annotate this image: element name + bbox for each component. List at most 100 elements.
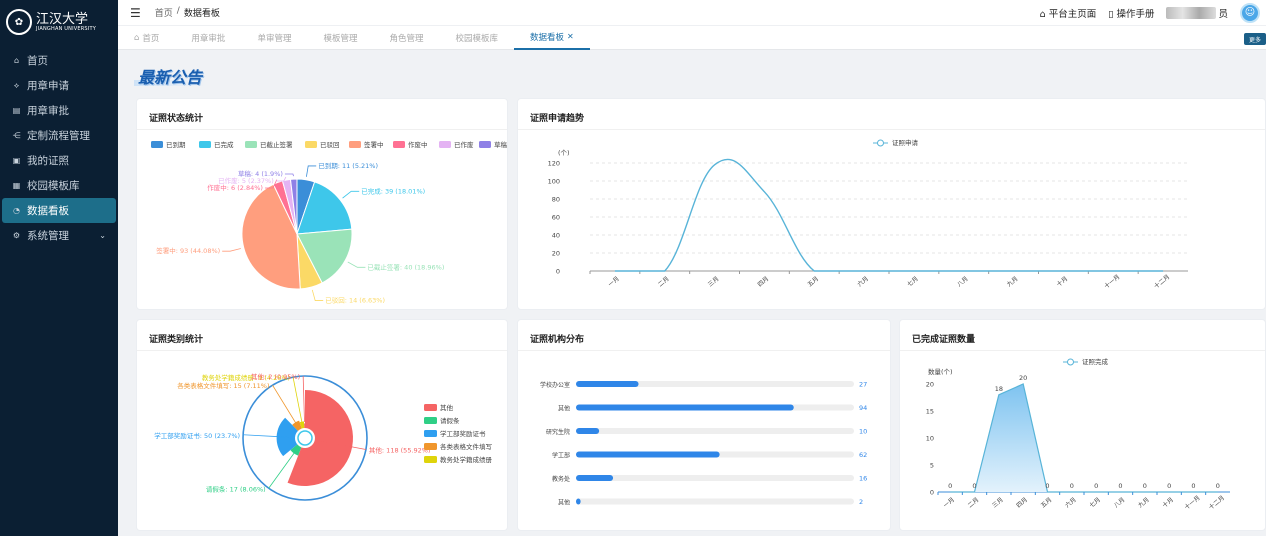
y-tick-label: 0 bbox=[930, 489, 934, 497]
series-line bbox=[614, 158, 1164, 272]
org-bar-chart: 学校办公室 27 其他 94 研究生院 10 学工部 62 教务处 16 其他 2 bbox=[540, 381, 867, 507]
tab-single-review[interactable]: 单审管理 bbox=[241, 26, 307, 50]
point-value-label: 0 bbox=[972, 482, 976, 490]
legend-swatch bbox=[199, 141, 211, 148]
flow-icon: ⋲ bbox=[12, 131, 21, 140]
x-tick-label: 四月 bbox=[1015, 496, 1029, 509]
tab-label: 首页 bbox=[142, 33, 160, 44]
close-icon[interactable]: ✕ bbox=[567, 32, 574, 41]
point-value-label: 0 bbox=[1216, 482, 1220, 490]
menu-toggle-icon[interactable]: ☰ bbox=[130, 6, 141, 20]
sidebar-menu: ⌂ 首页 ⟡ 用章申请 ▤ 用章审批 ⋲ 定制流程管理 ▣ 我的证照 ▦ 校园模板库 ◔ 数据… bbox=[0, 48, 118, 248]
x-tick-label: 三月 bbox=[991, 496, 1005, 509]
sidebar-item-label: 我的证照 bbox=[27, 155, 69, 167]
sidebar-item-stamp-approve[interactable]: ▤ 用章审批 bbox=[2, 98, 116, 123]
legend-marker bbox=[1067, 358, 1074, 366]
sidebar-item-label: 系统管理 bbox=[27, 230, 69, 242]
university-logo[interactable]: ✿ 江汉大学 JIANGHAN UNIVERSITY bbox=[0, 0, 118, 44]
x-tick-label: 二月 bbox=[967, 496, 981, 509]
tab-label: 用章审批 bbox=[191, 33, 226, 44]
sidebar-item-label: 数据看板 bbox=[27, 205, 69, 217]
legend-label: 已到期 bbox=[166, 141, 186, 149]
series-area bbox=[950, 384, 1218, 492]
chevron-down-icon: ⌄ bbox=[99, 231, 106, 240]
y-tick-label: 60 bbox=[552, 214, 560, 222]
sidebar-item-templates[interactable]: ▦ 校园模板库 bbox=[2, 173, 116, 198]
legend-label: 草稿 bbox=[494, 140, 508, 149]
legend-swatch bbox=[393, 141, 405, 148]
gear-icon: ⚙ bbox=[12, 231, 21, 240]
x-tick-label: 九月 bbox=[1005, 275, 1019, 289]
manual-label: 操作手册 bbox=[1116, 8, 1155, 20]
breadcrumb-separator: / bbox=[176, 6, 180, 16]
pie-data-label: 已驳回: 14 (6.63%) bbox=[325, 297, 385, 305]
done-area-chart: 证照完成数量(个) 0 5 10 15 20 0 一月 0 二月 18 三月 20 四月 0 五月 0 六月 0 七月… bbox=[926, 357, 1230, 511]
manual-link[interactable]: ▯ 操作手册 bbox=[1108, 6, 1154, 20]
tab-dashboard[interactable]: 数据看板 ✕ bbox=[514, 26, 590, 50]
sidebar-item-system[interactable]: ⚙ 系统管理 ⌄ bbox=[2, 223, 116, 248]
legend-swatch bbox=[424, 443, 437, 450]
bar-value-label: 2 bbox=[859, 498, 863, 506]
bar bbox=[576, 428, 600, 434]
pie-label-line bbox=[311, 289, 324, 301]
x-tick-label: 十月 bbox=[1055, 275, 1069, 289]
card-category-rose: 证照类别统计 其他: 118 (55.92%) 请假条: 17 (8.06%) 学工… bbox=[136, 319, 508, 531]
legend-label: 证照完成 bbox=[1082, 357, 1109, 366]
point-value-label: 18 bbox=[995, 385, 1003, 393]
platform-home-link[interactable]: ⌂ 平台主页面 bbox=[1040, 6, 1097, 20]
trend-line-chart: 证照申请 (个) 0 20 40 60 80 100 120 一月 二月 三月 四月 五月 六月 七月 八月 九月… bbox=[548, 138, 1188, 291]
tab-bar: ⌂ 首页 用章审批 单审管理 模板管理 角色管理 校园模板库 数据看板 ✕ 更多 bbox=[118, 26, 1266, 50]
x-tick-label: 八月 bbox=[956, 275, 970, 288]
point-value-label: 0 bbox=[1191, 482, 1195, 490]
rose-label-line bbox=[302, 376, 305, 423]
y-tick-label: 120 bbox=[548, 160, 560, 168]
document-check-icon: ▤ bbox=[12, 106, 21, 115]
sidebar-item-my-cert[interactable]: ▣ 我的证照 bbox=[2, 148, 116, 173]
sidebar-item-label: 校园模板库 bbox=[27, 180, 80, 192]
bar-value-label: 10 bbox=[859, 428, 867, 436]
legend-swatch bbox=[424, 456, 437, 463]
sidebar-item-stamp-apply[interactable]: ⟡ 用章申请 bbox=[2, 73, 116, 98]
legend-swatch bbox=[424, 404, 437, 411]
sidebar-item-label: 用章申请 bbox=[27, 80, 69, 92]
point-value-label: 20 bbox=[1019, 374, 1027, 382]
legend-swatch bbox=[424, 430, 437, 437]
tab-label: 模板管理 bbox=[323, 33, 358, 44]
x-tick-label: 十一月 bbox=[1102, 273, 1121, 291]
y-tick-label: 5 bbox=[930, 462, 934, 470]
bar-value-label: 16 bbox=[859, 475, 867, 483]
sidebar-item-label: 定制流程管理 bbox=[27, 130, 90, 142]
point-value-label: 0 bbox=[1167, 482, 1171, 490]
point-value-label: 0 bbox=[1143, 482, 1147, 490]
tab-template-library[interactable]: 校园模板库 bbox=[439, 26, 514, 50]
university-name: 江汉大学 bbox=[36, 11, 89, 27]
tab-home[interactable]: ⌂ 首页 bbox=[118, 26, 175, 50]
y-axis-label: 数量(个) bbox=[928, 367, 953, 376]
sidebar-item-flow[interactable]: ⋲ 定制流程管理 bbox=[2, 123, 116, 148]
legend-label: 已作废 bbox=[454, 140, 474, 149]
y-tick-label: 10 bbox=[926, 435, 934, 443]
x-tick-label: 五月 bbox=[1040, 496, 1054, 509]
tab-stamp-approve[interactable]: 用章审批 bbox=[175, 26, 241, 50]
avatar[interactable]: ☺ bbox=[1240, 2, 1260, 23]
pie-data-label: 已截止签署: 40 (18.96%) bbox=[367, 262, 444, 271]
bar bbox=[576, 451, 720, 458]
breadcrumb-current: 数据看板 bbox=[183, 9, 220, 19]
legend-label: 各类表格文件填写 bbox=[440, 442, 492, 451]
y-tick-label: 40 bbox=[552, 232, 560, 240]
breadcrumb-home[interactable]: 首页 bbox=[155, 6, 173, 19]
rose-data-label: 学工部奖励证书: 50 (23.7%) bbox=[154, 431, 240, 440]
legend-label: 其他 bbox=[440, 403, 454, 412]
sidebar-item-dashboard[interactable]: ◔ 数据看板 bbox=[2, 198, 116, 223]
tab-role-manage[interactable]: 角色管理 bbox=[373, 26, 439, 50]
tab-template-manage[interactable]: 模板管理 bbox=[307, 26, 373, 50]
user-name[interactable]: 员 bbox=[1166, 6, 1228, 20]
point-value-label: 0 bbox=[1070, 482, 1074, 490]
more-button[interactable]: 更多 bbox=[1244, 33, 1266, 45]
page-title: 最新公告 bbox=[138, 68, 203, 87]
dashboard-app: ✿ 江汉大学 JIANGHAN UNIVERSITY ⌂ 首页 ⟡ 用章申请 ▤ 用章… bbox=[0, 0, 1266, 536]
pie-label-line bbox=[347, 261, 366, 268]
sidebar-item-home[interactable]: ⌂ 首页 bbox=[2, 48, 116, 73]
bar-category-label: 学校办公室 bbox=[540, 381, 570, 389]
legend-swatch bbox=[349, 141, 361, 148]
